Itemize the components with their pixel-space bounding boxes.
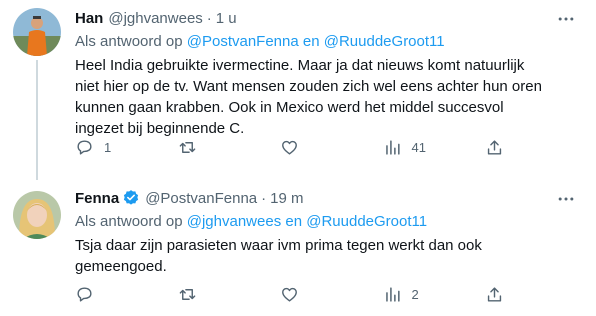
like-button[interactable] [280, 138, 340, 157]
mention-and[interactable]: en [285, 213, 302, 230]
separator-dot: · [261, 189, 267, 207]
reply-button[interactable]: 1 [75, 138, 135, 157]
share-icon [487, 286, 502, 302]
author-handle[interactable]: @jghvanwees [108, 10, 202, 27]
view-count: 41 [411, 139, 426, 155]
author-name[interactable]: Fenna [75, 190, 119, 207]
like-icon [282, 140, 297, 155]
avatar[interactable] [13, 8, 61, 56]
share-button[interactable] [485, 138, 505, 157]
tweet[interactable]: Han @jghvanwees · 1 u Als antwoord op @P… [0, 0, 596, 180]
mention-link[interactable]: @RuuddeGroot11 [324, 33, 445, 50]
view-count: 2 [411, 286, 419, 302]
reply-prefix: Als antwoord op [75, 213, 183, 230]
retweet-button[interactable] [178, 285, 238, 304]
tweet-actions: 2 [75, 284, 505, 304]
mention-link[interactable]: @RuuddeGroot11 [306, 213, 427, 230]
verified-icon [122, 189, 140, 207]
author-handle[interactable]: @PostvanFenna [145, 190, 257, 207]
author-name[interactable]: Han [75, 10, 103, 27]
mention-link[interactable]: @jghvanwees [187, 213, 281, 230]
reply-count: 1 [104, 139, 112, 155]
more-icon[interactable] [556, 9, 576, 29]
tweet-header: Fenna @PostvanFenna · 19 m [75, 187, 576, 209]
reply-context: Als antwoord op @jghvanwees en @RuuddeGr… [75, 212, 576, 232]
separator-dot: · [206, 9, 212, 27]
views-icon [385, 286, 400, 302]
thread-line [36, 60, 38, 180]
like-icon [282, 287, 297, 302]
reply-button[interactable] [75, 285, 135, 304]
views-icon [385, 139, 400, 155]
reply-icon [77, 286, 92, 302]
views-button[interactable]: 2 [383, 285, 443, 304]
views-button[interactable]: 41 [383, 138, 443, 157]
reply-prefix: Als antwoord op [75, 33, 183, 50]
retweet-button[interactable] [178, 138, 238, 157]
more-icon[interactable] [556, 189, 576, 209]
tweet-actions: 1 41 [75, 137, 505, 157]
tweet-header: Han @jghvanwees · 1 u [75, 7, 576, 29]
share-button[interactable] [485, 285, 505, 304]
reply-context: Als antwoord op @PostvanFenna en @Ruudde… [75, 32, 576, 52]
retweet-icon [179, 288, 195, 300]
timestamp[interactable]: 19 m [270, 190, 303, 207]
tweet-text: Tsja daar zijn parasieten waar ivm prima… [75, 237, 482, 275]
retweet-icon [179, 141, 195, 153]
reply-icon [77, 139, 92, 155]
tweet-text: Heel India gebruikte ivermectine. Maar j… [75, 57, 542, 137]
avatar[interactable] [13, 191, 61, 239]
tweet[interactable]: Fenna @PostvanFenna · 19 m Als antwoord … [0, 176, 596, 316]
mention-link[interactable]: @PostvanFenna [187, 33, 299, 50]
mention-and[interactable]: en [303, 33, 320, 50]
timestamp[interactable]: 1 u [216, 10, 237, 27]
like-button[interactable] [280, 285, 340, 304]
share-icon [487, 139, 502, 155]
